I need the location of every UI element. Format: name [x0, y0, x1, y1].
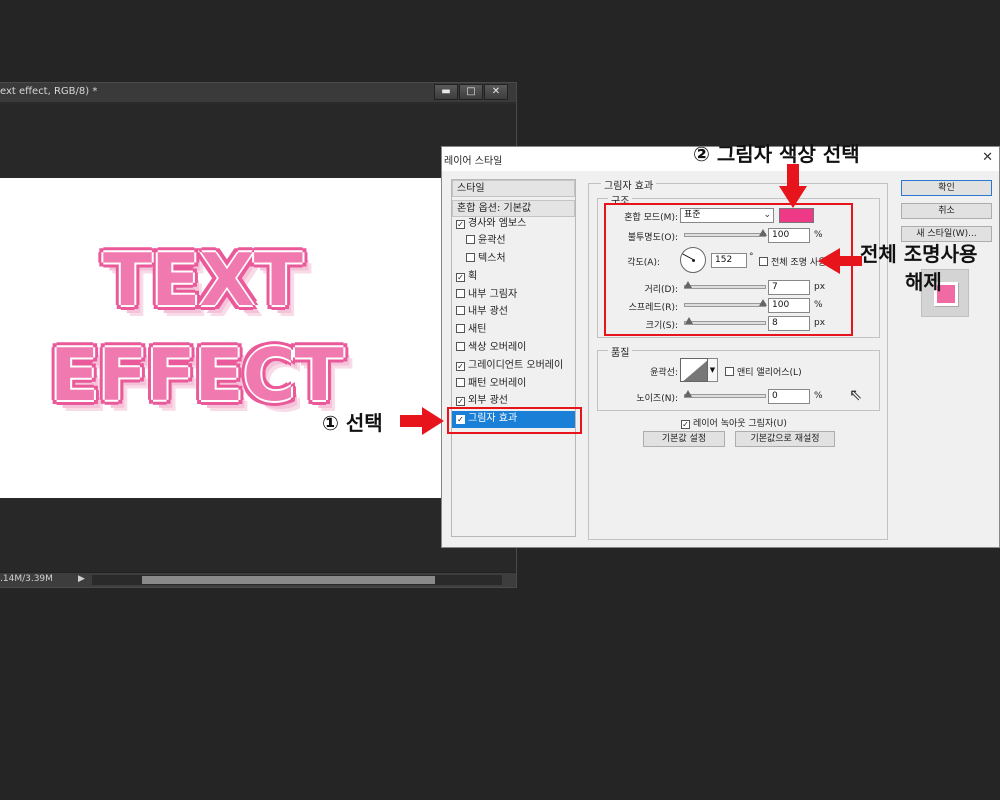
style-list-item-label: 외부 광선 — [468, 395, 508, 406]
style-list-item[interactable]: 패턴 오버레이 — [452, 376, 575, 393]
style-list-item-label: 새틴 — [468, 324, 487, 335]
style-list-item[interactable]: ✓ 경사와 엠보스 — [452, 216, 575, 233]
style-list-item-label: 윤곽선 — [478, 235, 506, 246]
style-list-item-label: 그레이디언트 오버레이 — [468, 360, 564, 371]
noise-unit: % — [814, 391, 823, 401]
highlight-structure-section — [604, 203, 853, 336]
quality-group: 품질 윤곽선: ▼ 앤티 앨리어스(L) 노이즈(N): 0 % — [597, 344, 880, 411]
style-list-item-label: 패턴 오버레이 — [468, 378, 527, 389]
unchecked-checkbox[interactable] — [466, 235, 475, 244]
noise-slider-thumb[interactable] — [684, 390, 692, 397]
checked-checkbox[interactable]: ✓ — [456, 220, 465, 229]
knockout-checkbox-box[interactable]: ✓ — [681, 420, 690, 429]
checked-checkbox[interactable]: ✓ — [456, 273, 465, 282]
style-list-item[interactable]: 혼합 옵션: 기본값 — [452, 200, 575, 217]
window-controls: ▬ □ ✕ — [434, 84, 508, 100]
style-list-item[interactable]: ✓ 그레이디언트 오버레이 — [452, 358, 575, 375]
canvas[interactable]: TEXT EFFECT — [0, 178, 441, 498]
document-window: ext effect, RGB/8) * ▬ □ ✕ TEXT EFFECT .… — [0, 82, 517, 588]
noise-label: 노이즈(N): — [636, 394, 678, 404]
anti-alias-checkbox[interactable]: 앤티 앨리어스(L) — [725, 365, 802, 378]
style-list: 스타일 혼합 옵션: 기본값 ✓ 경사와 엠보스 윤곽선 텍스처 ✓ 획 내부 그림자 내부 광선… — [451, 179, 576, 537]
dialog-title: 레이어 스타일 — [444, 156, 503, 167]
document-size: .14M/3.39M — [0, 574, 53, 584]
drop-shadow-title: 그림자 효과 — [601, 177, 657, 192]
arrow-left-icon — [818, 248, 862, 274]
style-list-item-label: 경사와 엠보스 — [468, 218, 527, 229]
make-default-button[interactable]: 기본값 설정 — [643, 431, 725, 447]
unchecked-checkbox[interactable] — [466, 253, 475, 262]
contour-curve-icon — [683, 360, 707, 381]
unchecked-checkbox[interactable] — [456, 342, 465, 351]
unchecked-checkbox[interactable] — [456, 289, 465, 298]
style-list-item-label: 내부 광선 — [468, 306, 508, 317]
style-list-item-label: 텍스처 — [478, 253, 506, 264]
cancel-button[interactable]: 취소 — [901, 203, 992, 219]
style-list-item[interactable]: 윤곽선 — [452, 233, 575, 250]
knockout-label: 레이어 녹아웃 그림자(U) — [693, 419, 787, 429]
annotation-note-line1: 전체 조명사용 — [860, 242, 978, 266]
noise-slider[interactable] — [684, 390, 766, 398]
style-list-item[interactable]: 새틴 — [452, 322, 575, 339]
document-titlebar[interactable]: ext effect, RGB/8) * ▬ □ ✕ — [0, 83, 516, 103]
canvas-area[interactable]: TEXT EFFECT — [0, 104, 516, 574]
checked-checkbox[interactable]: ✓ — [456, 362, 465, 371]
horizontal-scrollbar[interactable] — [92, 575, 502, 585]
canvas-text-line2: EFFECT — [50, 333, 344, 417]
style-list-item-label: 스타일 — [457, 183, 485, 194]
status-bar: .14M/3.39M ▶ — [0, 572, 516, 587]
style-list-item-label: 내부 그림자 — [468, 289, 518, 300]
minimize-button[interactable]: ▬ — [434, 84, 458, 100]
close-icon[interactable]: ✕ — [982, 150, 993, 165]
close-button[interactable]: ✕ — [484, 84, 508, 100]
maximize-button[interactable]: □ — [459, 84, 483, 100]
checked-checkbox[interactable]: ✓ — [456, 397, 465, 406]
style-list-item-label: 획 — [468, 271, 478, 282]
style-list-item-label: 혼합 옵션: 기본값 — [457, 203, 532, 214]
unchecked-checkbox[interactable] — [456, 378, 465, 387]
style-list-item[interactable]: 텍스처 — [452, 251, 575, 268]
mouse-cursor-icon: ⇖ — [849, 385, 863, 404]
contour-dropdown-icon[interactable]: ▼ — [708, 358, 718, 382]
annotation-step1: ① 선택 — [322, 411, 383, 435]
scrollbar-thumb[interactable] — [142, 576, 435, 584]
document-title: ext effect, RGB/8) * — [0, 86, 98, 97]
status-menu-arrow-icon[interactable]: ▶ — [78, 574, 85, 584]
anti-alias-checkbox-box[interactable] — [725, 367, 734, 376]
anti-alias-label: 앤티 앨리어스(L) — [737, 368, 802, 378]
style-list-item[interactable]: 색상 오버레이 — [452, 340, 575, 357]
style-list-item-label: 색상 오버레이 — [468, 342, 527, 353]
reset-default-button[interactable]: 기본값으로 재설정 — [735, 431, 835, 447]
contour-picker[interactable] — [680, 358, 708, 382]
annotation-step2: ② 그림자 색상 선택 — [693, 142, 860, 166]
annotation-note-line2: 해제 — [905, 270, 942, 294]
arrow-down-icon — [779, 164, 807, 208]
style-list-item[interactable]: ✓ 획 — [452, 269, 575, 286]
unchecked-checkbox[interactable] — [456, 306, 465, 315]
noise-input[interactable]: 0 — [768, 389, 810, 404]
knockout-checkbox[interactable]: ✓ 레이어 녹아웃 그림자(U) — [681, 416, 787, 429]
contour-label: 윤곽선: — [650, 368, 678, 378]
style-list-item[interactable]: 스타일 — [452, 180, 575, 197]
canvas-text-line1: TEXT — [103, 238, 303, 322]
style-list-item[interactable]: 내부 광선 — [452, 304, 575, 321]
ok-button[interactable]: 확인 — [901, 180, 992, 196]
quality-title: 품질 — [608, 344, 633, 359]
arrow-right-icon — [400, 407, 444, 435]
unchecked-checkbox[interactable] — [456, 324, 465, 333]
highlight-drop-shadow-item — [447, 407, 582, 434]
style-list-item[interactable]: 내부 그림자 — [452, 287, 575, 304]
